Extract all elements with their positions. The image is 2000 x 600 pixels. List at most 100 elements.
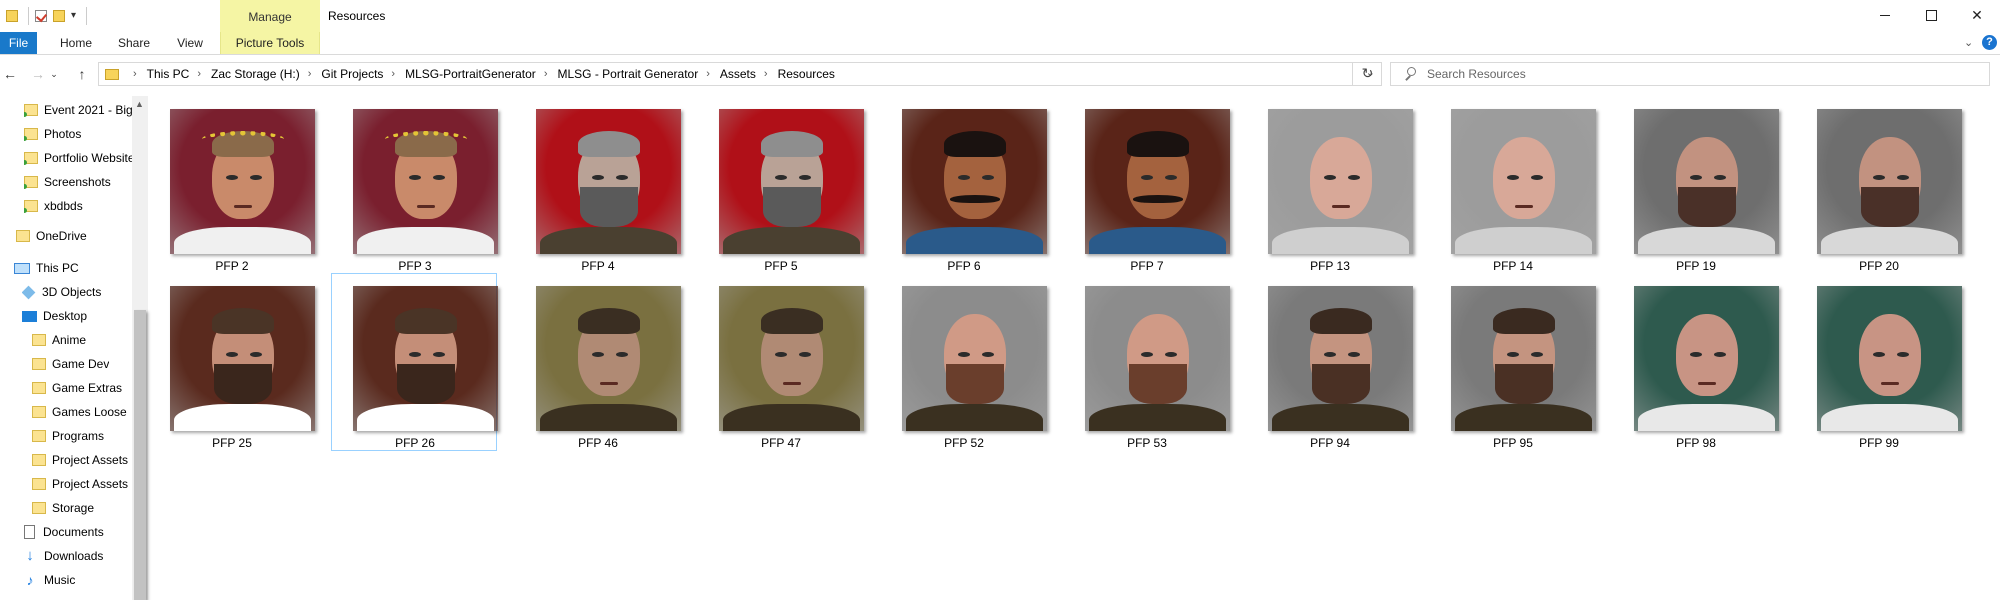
file-item[interactable]: PFP 3 [331,96,498,274]
file-item[interactable]: PFP 47 [697,273,864,451]
portrait-beard [214,364,272,404]
refresh-button[interactable]: ↻ [1352,62,1382,86]
portrait-eye [592,175,604,180]
portrait-robe [723,404,860,431]
file-item[interactable]: PFP 53 [1063,273,1230,451]
recent-locations-button[interactable]: ⌄ [48,64,60,84]
folder-icon [32,382,46,394]
new-folder-icon[interactable] [53,10,65,22]
sidebar-item-games-loose[interactable]: Games Loose [32,402,127,422]
sidebar-item-anime[interactable]: Anime [32,330,86,350]
music-icon: ♪ [26,572,34,588]
file-item[interactable]: PFP 94 [1246,273,1413,451]
sidebar-item-game-extras[interactable]: Game Extras [32,378,122,398]
sidebar-item-screenshots[interactable]: Screenshots [24,172,111,192]
sidebar-item-label: Programs [52,429,105,443]
forward-button[interactable]: → [28,64,48,84]
tab-home[interactable]: Home [50,32,102,54]
file-item[interactable]: PFP 25 [148,273,315,451]
file-item[interactable]: PFP 6 [880,96,1047,274]
scroll-up-icon[interactable]: ▲ [135,99,144,109]
breadcrumb-git-projects[interactable]: Git Projects [321,67,383,81]
file-item[interactable]: PFP 26 [331,273,498,451]
breadcrumb-resources[interactable]: Resources [778,67,835,81]
close-button[interactable]: ✕ [1954,0,2000,30]
breadcrumb-mlsg-portraitgenerator[interactable]: MLSG-PortraitGenerator [405,67,536,81]
file-item[interactable]: PFP 13 [1246,96,1413,274]
sidebar-item-event-2021[interactable]: Event 2021 - Big [24,100,133,120]
portrait-eye [982,352,994,357]
sidebar-item-label: OneDrive [36,229,87,243]
properties-icon[interactable] [35,10,47,22]
tab-view[interactable]: View [166,32,214,54]
file-item[interactable]: PFP 5 [697,96,864,274]
sidebar-item-project-assets-2[interactable]: Project Assets ( [32,474,132,494]
file-grid: PFP 2 PFP 3 PFP 4 PFP 5 PFP 6 PFP 7 PFP 13 PFP … [148,96,2000,600]
up-button[interactable]: ↑ [72,64,92,84]
chevron-right-icon[interactable]: › [544,68,548,80]
sidebar-item-desktop[interactable]: Desktop [22,306,87,326]
chevron-right-icon[interactable]: › [133,68,137,80]
scrollbar-thumb[interactable] [134,310,146,600]
sidebar-item-project-assets-1[interactable]: Project Assets ( [32,450,132,470]
file-item[interactable]: PFP 14 [1429,96,1596,274]
breadcrumb-mlsg-portrait-generator[interactable]: MLSG - Portrait Generator [557,67,698,81]
sidebar-item-this-pc[interactable]: This PC [14,258,79,278]
file-item[interactable]: PFP 20 [1795,96,1962,274]
file-item[interactable]: PFP 4 [514,96,681,274]
file-item[interactable]: PFP 2 [148,96,315,274]
sidebar-item-photos[interactable]: Photos [24,124,81,144]
sidebar-item-music[interactable]: ♪ Music [24,570,76,590]
chevron-right-icon[interactable]: › [308,68,312,80]
sidebar-item-label: Games Loose [52,405,127,419]
sidebar-item-label: xbdbds [44,199,83,213]
file-item[interactable]: PFP 46 [514,273,681,451]
sidebar-item-programs[interactable]: Programs [32,426,104,446]
sidebar-item-onedrive[interactable]: OneDrive [16,226,87,246]
sidebar-item-storage[interactable]: Storage [32,498,94,518]
file-item[interactable]: PFP 95 [1429,273,1596,451]
chevron-right-icon[interactable]: › [706,68,710,80]
sidebar-item-game-dev[interactable]: Game Dev [32,354,109,374]
sidebar-item-label: Photos [44,127,82,141]
sidebar-item-xbdbds[interactable]: xbdbds [24,196,83,216]
chevron-right-icon[interactable]: › [391,68,395,80]
file-name: PFP 2 [215,259,249,273]
file-item[interactable]: PFP 52 [880,273,1047,451]
help-icon[interactable]: ? [1982,35,1997,50]
tab-picture-tools[interactable]: Picture Tools [220,32,320,54]
chevron-right-icon[interactable]: › [764,68,768,80]
search-box[interactable] [1390,62,1990,86]
search-input[interactable] [1425,66,1969,82]
portrait-eye [1507,352,1519,357]
expand-ribbon-icon[interactable]: ⌄ [1964,36,1973,49]
back-button[interactable]: ← [0,64,20,84]
laurel-wreath [202,131,284,147]
sidebar-item-portfolio-website[interactable]: Portfolio Website [24,148,132,168]
sidebar-item-documents[interactable]: Documents [24,522,104,542]
file-item[interactable]: PFP 19 [1612,96,1779,274]
file-item[interactable]: PFP 7 [1063,96,1230,274]
image-thumbnail [536,109,681,254]
breadcrumb-this-pc[interactable]: This PC [147,67,190,81]
address-bar[interactable]: › This PC › Zac Storage (H:) › Git Proje… [98,62,1382,86]
manage-context-tab[interactable]: Manage [220,0,320,32]
minimize-button[interactable] [1862,0,1908,30]
customize-toolbar-icon[interactable]: ▾ [71,10,76,22]
portrait-hair [761,308,823,334]
tab-file[interactable]: File [0,32,37,54]
portrait-mouth [600,382,618,385]
maximize-button[interactable] [1908,0,1954,30]
tab-share[interactable]: Share [110,32,158,54]
portrait-robe [1455,227,1592,254]
breadcrumb-assets[interactable]: Assets [720,67,756,81]
sidebar-item-downloads[interactable]: ↓ Downloads [24,546,103,566]
portrait-eye [250,352,262,357]
sidebar-item-3d-objects[interactable]: 3D Objects [22,282,101,302]
navigation-scrollbar[interactable]: ▲ [132,96,148,600]
file-item[interactable]: PFP 98 [1612,273,1779,451]
chevron-right-icon[interactable]: › [197,68,201,80]
image-thumbnail [1634,109,1779,254]
breadcrumb-zac-storage[interactable]: Zac Storage (H:) [211,67,300,81]
file-item[interactable]: PFP 99 [1795,273,1962,451]
